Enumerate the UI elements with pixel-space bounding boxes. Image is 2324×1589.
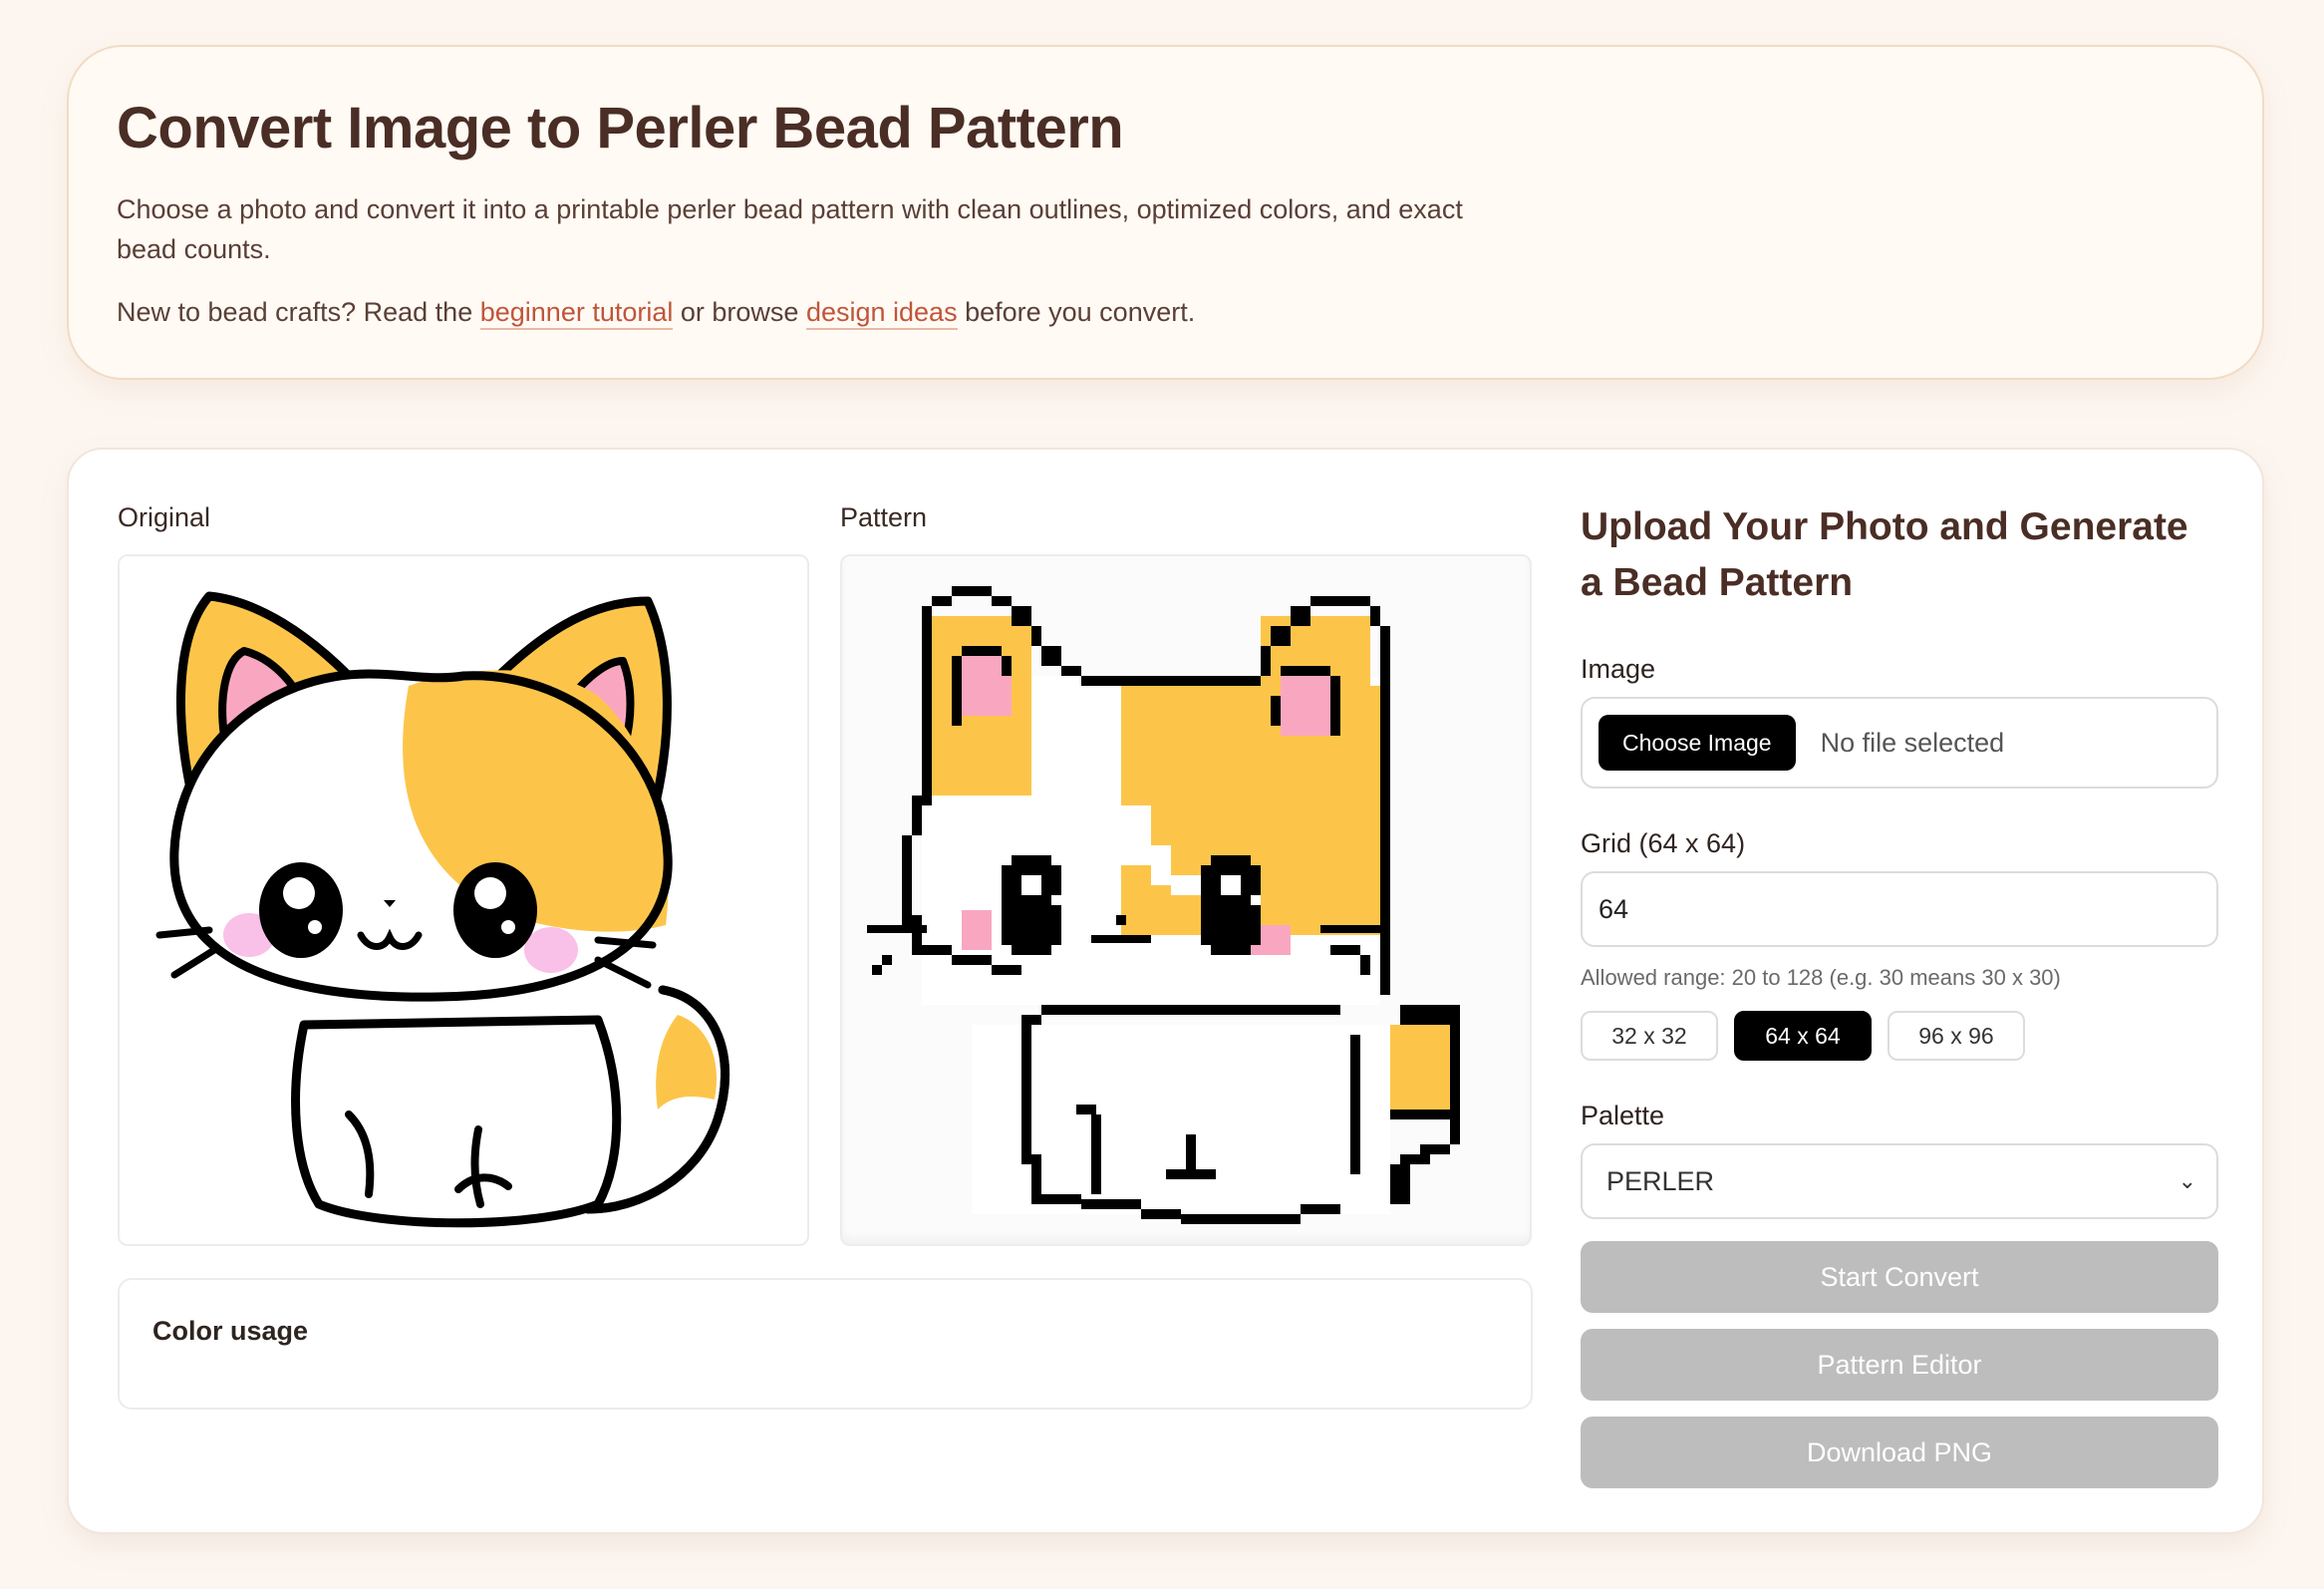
palette-label: Palette <box>1581 1101 1665 1130</box>
grid-label: Grid (64 x 64) <box>1581 828 1746 858</box>
page-description: Choose a photo and convert it into a pri… <box>117 193 1463 264</box>
color-usage-title: Color usage <box>152 1316 309 1346</box>
color-usage-panel: Color usage <box>118 1278 1533 1410</box>
intro-prefix: New to bead crafts? Read the <box>117 296 473 327</box>
original-image <box>118 554 809 1246</box>
settings-panel: Upload Your Photo and Generate a Bead Pa… <box>1581 499 2218 1488</box>
pattern-label: Pattern <box>840 502 928 532</box>
intro-suffix: before you convert. <box>965 296 1196 327</box>
intro-line: New to bead crafts? Read the beginner tu… <box>117 292 2262 332</box>
pattern-image <box>840 554 1532 1246</box>
grid-presets: 32 x 32 64 x 64 96 x 96 <box>1581 1011 2218 1061</box>
file-status-text: No file selected <box>1820 727 2005 758</box>
preset-32-button[interactable]: 32 x 32 <box>1581 1011 1718 1061</box>
chevron-down-icon: ⌄ <box>2178 1168 2196 1193</box>
hero-card: Convert Image to Perler Bead Pattern Cho… <box>67 45 2264 380</box>
beginner-tutorial-link[interactable]: beginner tutorial <box>479 296 674 330</box>
grid-range-hint: Allowed range: 20 to 128 (e.g. 30 means … <box>1581 965 2061 990</box>
choose-image-button[interactable]: Choose Image <box>1598 715 1796 771</box>
converter-card: Original Pattern Color usage Upload Your… <box>67 448 2264 1534</box>
start-convert-button[interactable]: Start Convert <box>1581 1241 2218 1313</box>
palette-selected-value: PERLER <box>1606 1165 1715 1196</box>
grid-size-input[interactable] <box>1581 871 2218 947</box>
preset-64-button[interactable]: 64 x 64 <box>1734 1011 1872 1061</box>
settings-title: Upload Your Photo and Generate a Bead Pa… <box>1581 505 2188 604</box>
cat-illustration <box>155 591 729 1228</box>
pattern-editor-button[interactable]: Pattern Editor <box>1581 1329 2218 1401</box>
preset-96-button[interactable]: 96 x 96 <box>1888 1011 2025 1061</box>
page-title: Convert Image to Perler Bead Pattern <box>117 96 1124 160</box>
image-file-input[interactable]: Choose Image No file selected <box>1581 697 2218 789</box>
palette-select[interactable]: PERLER ⌄ <box>1581 1143 2218 1219</box>
download-png-button[interactable]: Download PNG <box>1581 1417 2218 1488</box>
pixel-cat-pattern <box>867 586 1460 1224</box>
intro-middle: or browse <box>680 296 799 327</box>
design-ideas-link[interactable]: design ideas <box>805 296 958 330</box>
image-label: Image <box>1581 654 1656 684</box>
original-label: Original <box>118 502 211 532</box>
